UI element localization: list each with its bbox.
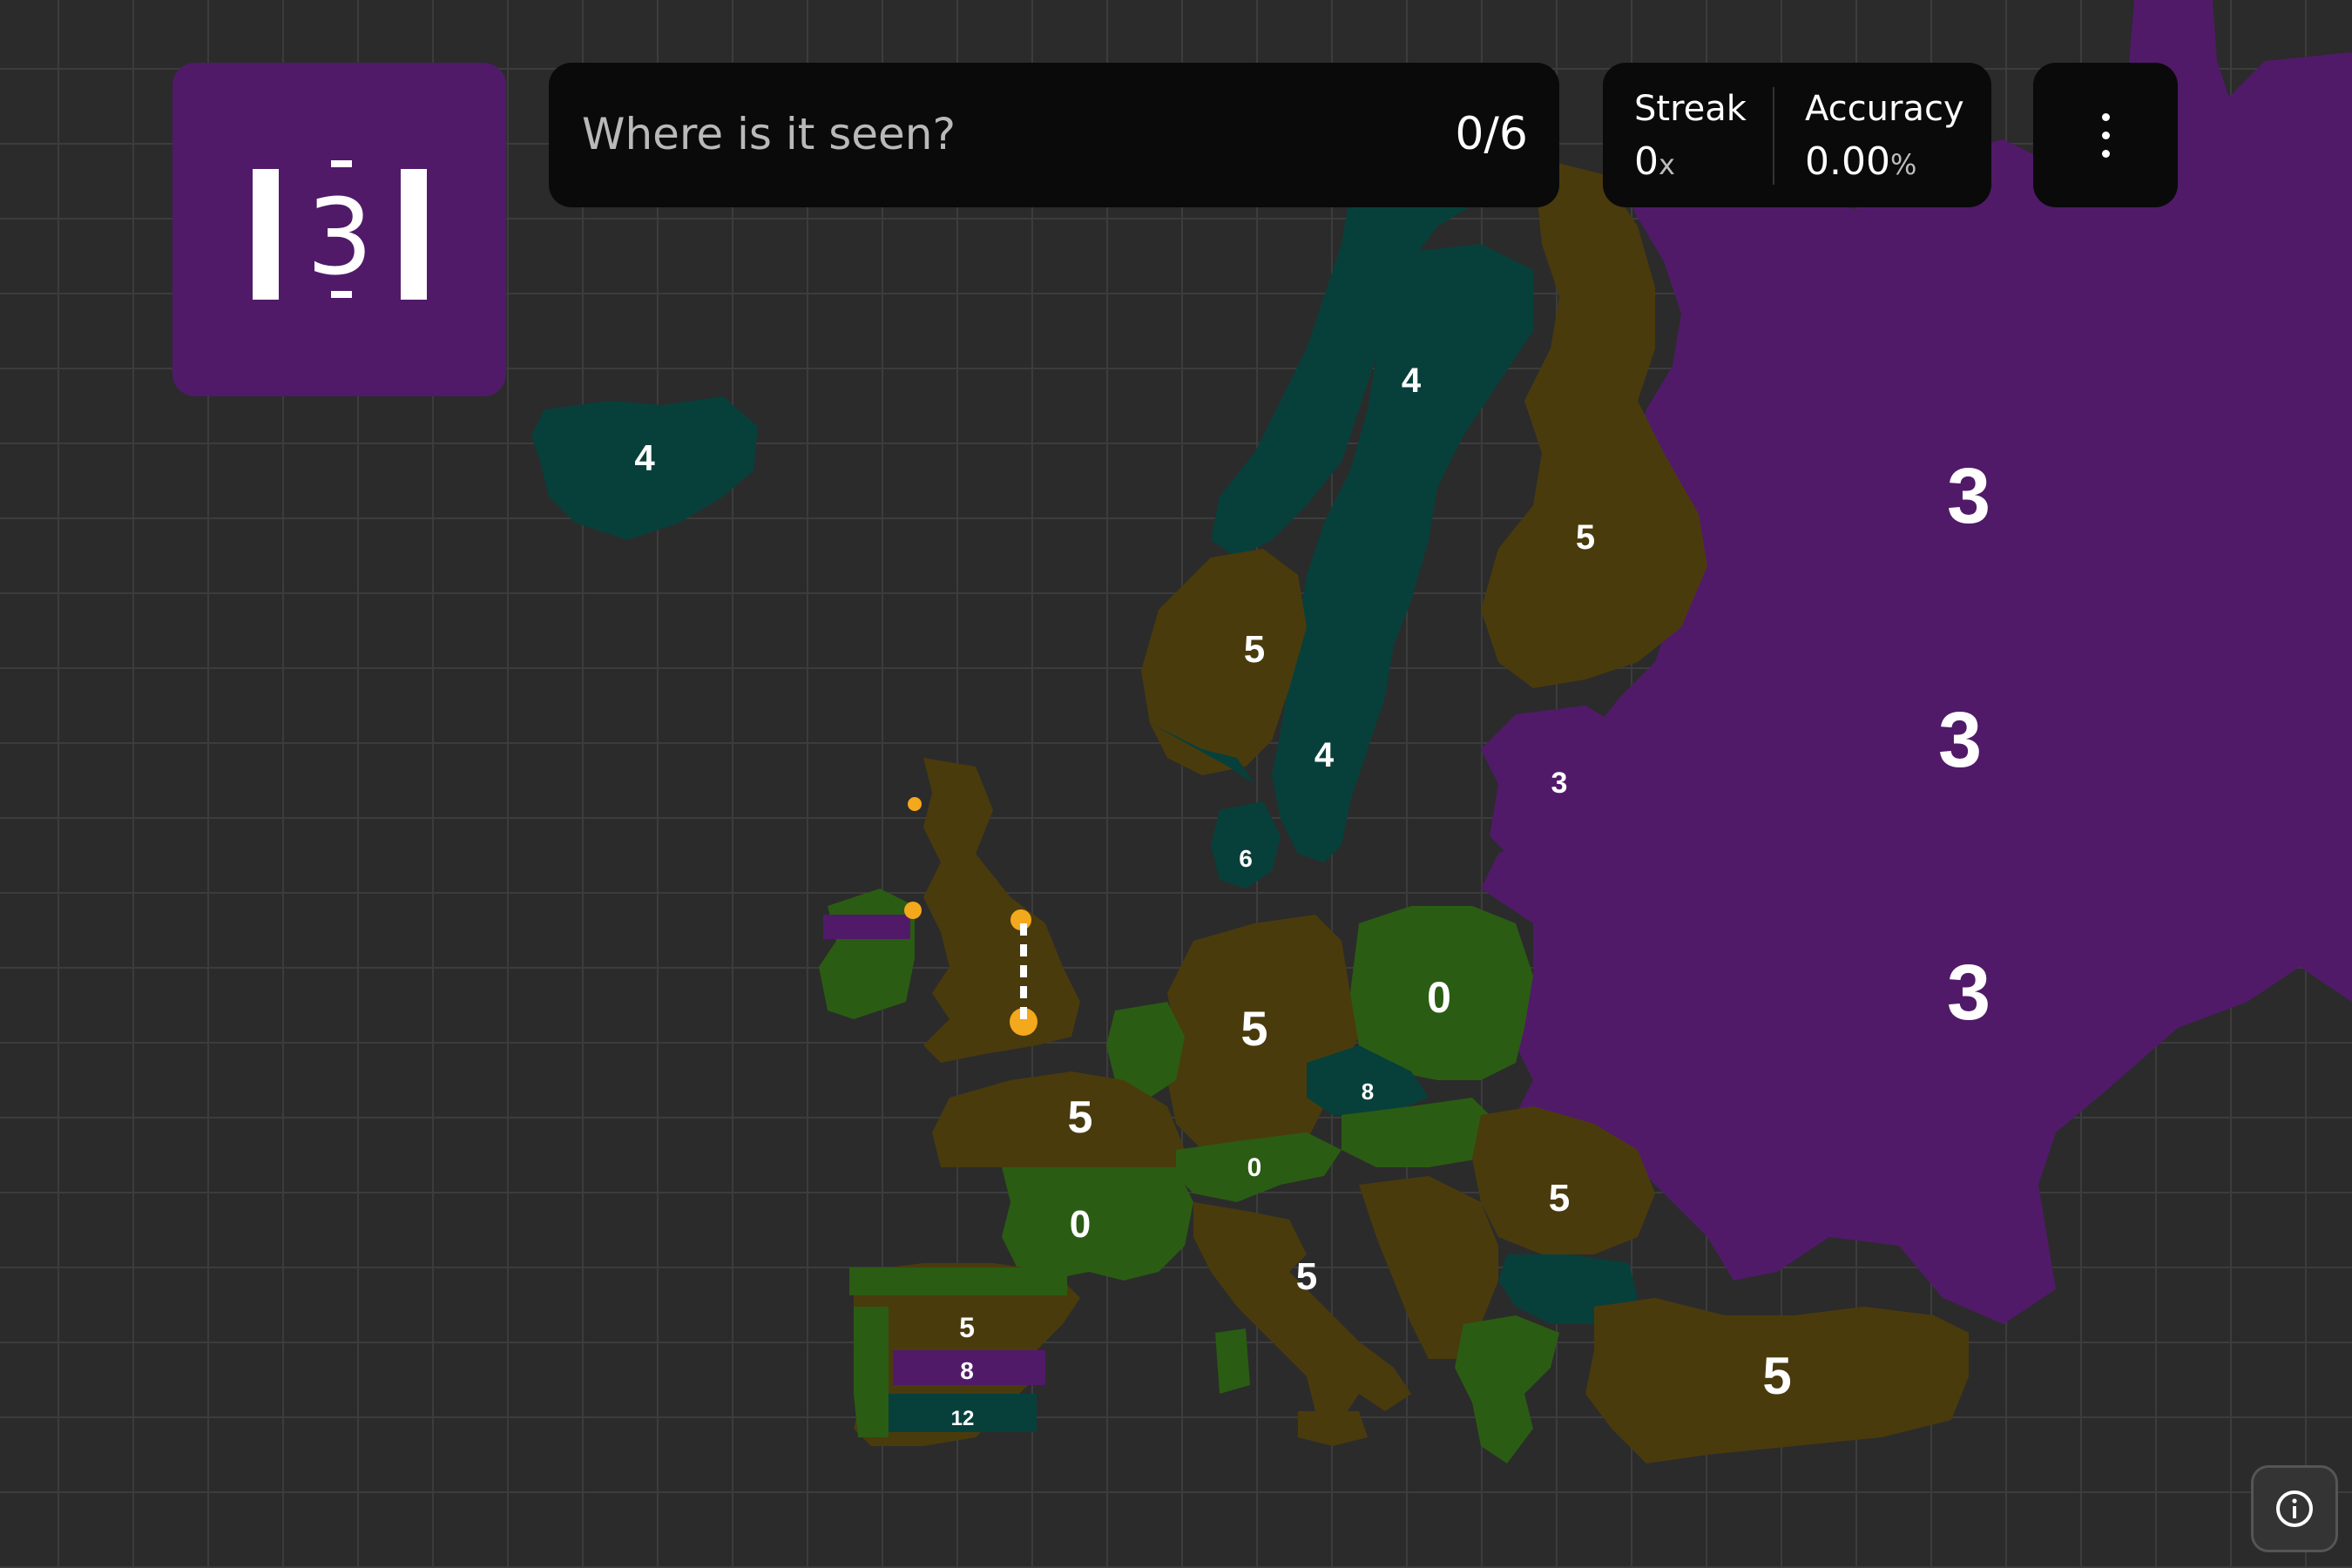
- map-label-romania: 5: [1549, 1177, 1570, 1220]
- map-label-spain: 5: [959, 1312, 975, 1343]
- accuracy-label: Accuracy: [1805, 89, 1964, 129]
- map-label-russia: 3: [1947, 453, 1990, 540]
- map-label-sweden: 4: [1315, 736, 1335, 774]
- speed-sign-icon: 3: [252, 159, 427, 300]
- map-label-belarus: 3: [1938, 697, 1982, 784]
- map-label-poland: 0: [1427, 973, 1451, 1022]
- stats-divider: [1773, 87, 1774, 185]
- info-icon: [2276, 1490, 2313, 1527]
- marker-dot[interactable]: [904, 902, 922, 919]
- map-label-spain-south: 12: [951, 1407, 975, 1430]
- map-label-italy: 5: [1296, 1255, 1317, 1298]
- streak-unit: x: [1659, 148, 1675, 181]
- info-button[interactable]: [2251, 1465, 2338, 1552]
- region-portugal[interactable]: [854, 1307, 889, 1437]
- region-ireland-band: [823, 915, 910, 939]
- map-label-norway-north: 4: [1402, 362, 1422, 400]
- map-label-france-south: 0: [1070, 1203, 1091, 1246]
- map-label-baltics: 3: [1551, 767, 1568, 800]
- target-sign-card: 3: [172, 63, 506, 396]
- region-ireland[interactable]: [819, 889, 915, 1019]
- accuracy-number: 0.00: [1805, 139, 1890, 184]
- accuracy-stat: Accuracy 0.00%: [1805, 89, 1964, 184]
- menu-button[interactable]: [2033, 63, 2178, 207]
- streak-label: Streak: [1634, 89, 1747, 129]
- accuracy-value: 0.00%: [1805, 139, 1964, 184]
- region-spain-north-band: [849, 1267, 1067, 1295]
- map-label-ukraine: 3: [1947, 950, 1990, 1037]
- map-label-czechia: 8: [1362, 1078, 1374, 1105]
- marker-dot[interactable]: [908, 797, 922, 811]
- map-label-turkey: 5: [1762, 1347, 1791, 1405]
- region-france-south[interactable]: [1002, 1167, 1193, 1281]
- streak-value: 0x: [1634, 139, 1747, 184]
- map-label-spain-center: 8: [960, 1357, 974, 1384]
- map-label-denmark: 6: [1239, 845, 1253, 872]
- streak-stat: Streak 0x: [1634, 89, 1747, 184]
- stats-panel: Streak 0x Accuracy 0.00%: [1603, 63, 1991, 207]
- region-greece[interactable]: [1455, 1315, 1559, 1463]
- region-sardinia[interactable]: [1215, 1328, 1250, 1394]
- map-label-germany: 5: [1240, 1001, 1267, 1056]
- accuracy-unit: %: [1889, 148, 1917, 181]
- region-sicily[interactable]: [1298, 1411, 1368, 1446]
- map-label-finland: 5: [1576, 518, 1595, 557]
- map-label-france-north: 5: [1068, 1092, 1093, 1143]
- search-input[interactable]: [580, 103, 1368, 166]
- streak-number: 0: [1634, 139, 1659, 184]
- map-label-austria: 0: [1247, 1153, 1262, 1182]
- search-bar: 0/6: [549, 63, 1559, 207]
- progress-counter: 0/6: [1455, 108, 1528, 160]
- region-uk[interactable]: [923, 758, 1080, 1063]
- map-label-norway-south: 5: [1244, 628, 1265, 671]
- map-label-iceland: 4: [634, 437, 655, 478]
- target-sign-number: 3: [306, 178, 372, 299]
